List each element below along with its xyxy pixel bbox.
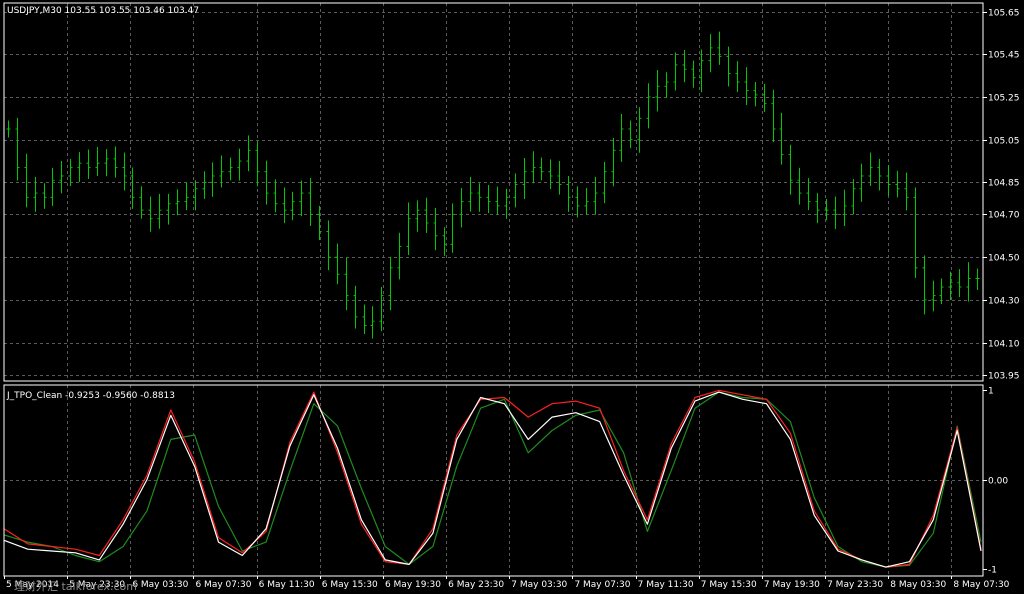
price-tick-label: 104.30 — [988, 297, 1020, 307]
time-tick-label: 7 May 03:30 — [511, 580, 567, 590]
price-tick-label: 105.65 — [988, 9, 1020, 19]
time-tick-label: 6 May 23:30 — [448, 580, 504, 590]
price-tick-label: 104.50 — [988, 254, 1020, 264]
price-tick-label: 105.45 — [988, 51, 1020, 61]
time-tick-label: 7 May 15:30 — [701, 580, 757, 590]
time-tick-label: 6 May 11:30 — [259, 580, 315, 590]
price-tick-label: 104.10 — [988, 340, 1020, 350]
time-tick-label: 6 May 07:30 — [195, 580, 251, 590]
main-pane-title: USDJPY,M30 103.55 103.55 103.46 103.47 — [7, 6, 199, 16]
price-tick-label: 103.95 — [988, 372, 1020, 382]
time-tick-label: 8 May 03:30 — [890, 580, 946, 590]
time-tick-label: 6 May 15:30 — [322, 580, 378, 590]
indicator-tick-label: 0.00 — [988, 477, 1008, 487]
price-tick-label: 104.85 — [988, 179, 1020, 189]
time-tick-label: 6 May 19:30 — [385, 580, 441, 590]
time-tick-label: 6 May 03:30 — [132, 580, 188, 590]
indicator-pane-title: J_TPO_Clean -0.9253 -0.9560 -0.8813 — [6, 391, 175, 401]
time-tick-label: 8 May 07:30 — [953, 580, 1009, 590]
time-tick-label: 7 May 07:30 — [574, 580, 630, 590]
indicator-tick-label: -1 — [988, 566, 997, 576]
watermark: 理财外汇 talkforex.com — [14, 579, 137, 593]
time-tick-label: 7 May 23:30 — [827, 580, 883, 590]
indicator-tick-label: 1 — [988, 387, 994, 397]
price-tick-label: 105.25 — [988, 94, 1020, 104]
chart-canvas[interactable]: USDJPY,M30 103.55 103.55 103.46 103.47 J… — [0, 0, 1024, 594]
time-tick-label: 7 May 11:30 — [638, 580, 694, 590]
chart-background — [0, 0, 1024, 594]
time-tick-label: 7 May 19:30 — [764, 580, 820, 590]
price-tick-label: 104.70 — [988, 211, 1020, 221]
price-tick-label: 105.05 — [988, 137, 1020, 147]
